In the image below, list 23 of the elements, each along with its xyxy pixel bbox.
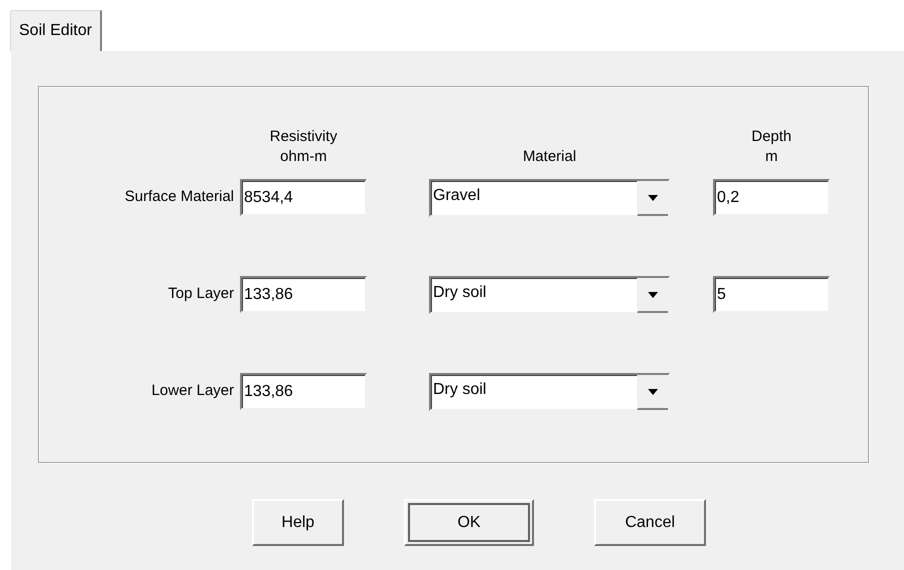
dialog-button[interactable]: Help [252, 499, 344, 546]
column-header: Resistivity [270, 127, 338, 147]
column-header: Depth [751, 127, 792, 147]
material-dropdown[interactable]: Gravel [429, 179, 670, 217]
material-dropdown[interactable]: Dry soil [429, 276, 670, 314]
dialog-button[interactable]: Cancel [594, 499, 706, 546]
resistivity-field[interactable]: 133,86 [240, 276, 367, 313]
caret-icon [637, 278, 668, 313]
column-header: ohm-m [280, 147, 327, 167]
row-label: Lower Layer [151, 381, 234, 402]
depth-field[interactable]: 0,2 [713, 179, 830, 216]
row-label: Top Layer [168, 284, 234, 304]
resistivity-field[interactable]: 8534,4 [240, 179, 367, 216]
column-header: Material [522, 147, 576, 167]
material-dropdown[interactable]: Dry soil [429, 373, 670, 411]
row-label: Surface Material [124, 187, 234, 208]
dialog-button[interactable]: OK [404, 499, 534, 546]
column-header: m [765, 147, 778, 167]
caret-icon [637, 181, 668, 216]
caret-icon [637, 375, 668, 410]
tab[interactable]: Soil Editor [10, 10, 102, 51]
depth-field[interactable]: 5 [713, 276, 830, 313]
resistivity-field[interactable]: 133,86 [240, 373, 367, 410]
